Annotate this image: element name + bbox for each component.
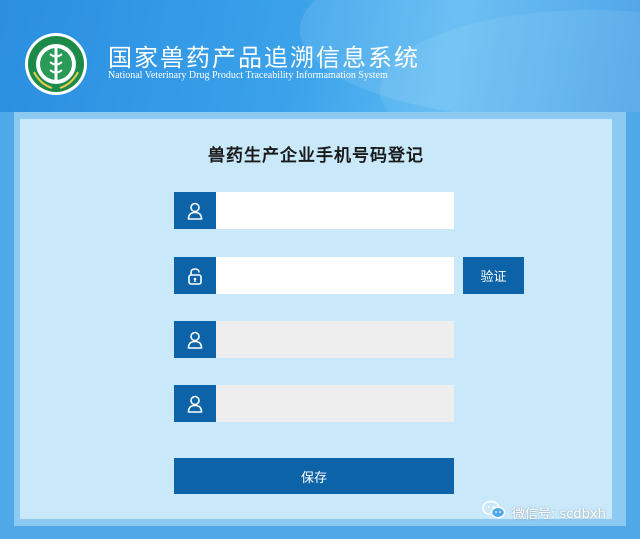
user-icon [174, 192, 216, 229]
user-icon [174, 385, 216, 422]
system-title: 国家兽药产品追溯信息系统 [108, 44, 420, 72]
veterinary-emblem-icon [24, 32, 88, 96]
phone-input[interactable] [216, 257, 454, 294]
save-button[interactable]: 保存 [174, 458, 454, 494]
wechat-icon [482, 500, 506, 524]
verify-button[interactable]: 验证 [463, 257, 524, 294]
header-banner: 国家兽药产品追溯信息系统 National Veterinary Drug Pr… [0, 0, 640, 112]
watermark-text: 微信号: scdbxh [512, 506, 606, 522]
readonly-field-1[interactable] [216, 321, 454, 358]
user-icon [174, 321, 216, 358]
form-title: 兽药生产企业手机号码登记 [208, 146, 424, 166]
system-subtitle: National Veterinary Drug Product Traceab… [108, 70, 388, 81]
registration-form: 兽药生产企业手机号码登记 验证 保存 [20, 119, 612, 519]
company-input[interactable] [216, 192, 454, 229]
readonly-field-2[interactable] [216, 385, 454, 422]
lock-icon [174, 257, 216, 294]
wechat-watermark: 微信号: scdbxh [482, 500, 606, 524]
